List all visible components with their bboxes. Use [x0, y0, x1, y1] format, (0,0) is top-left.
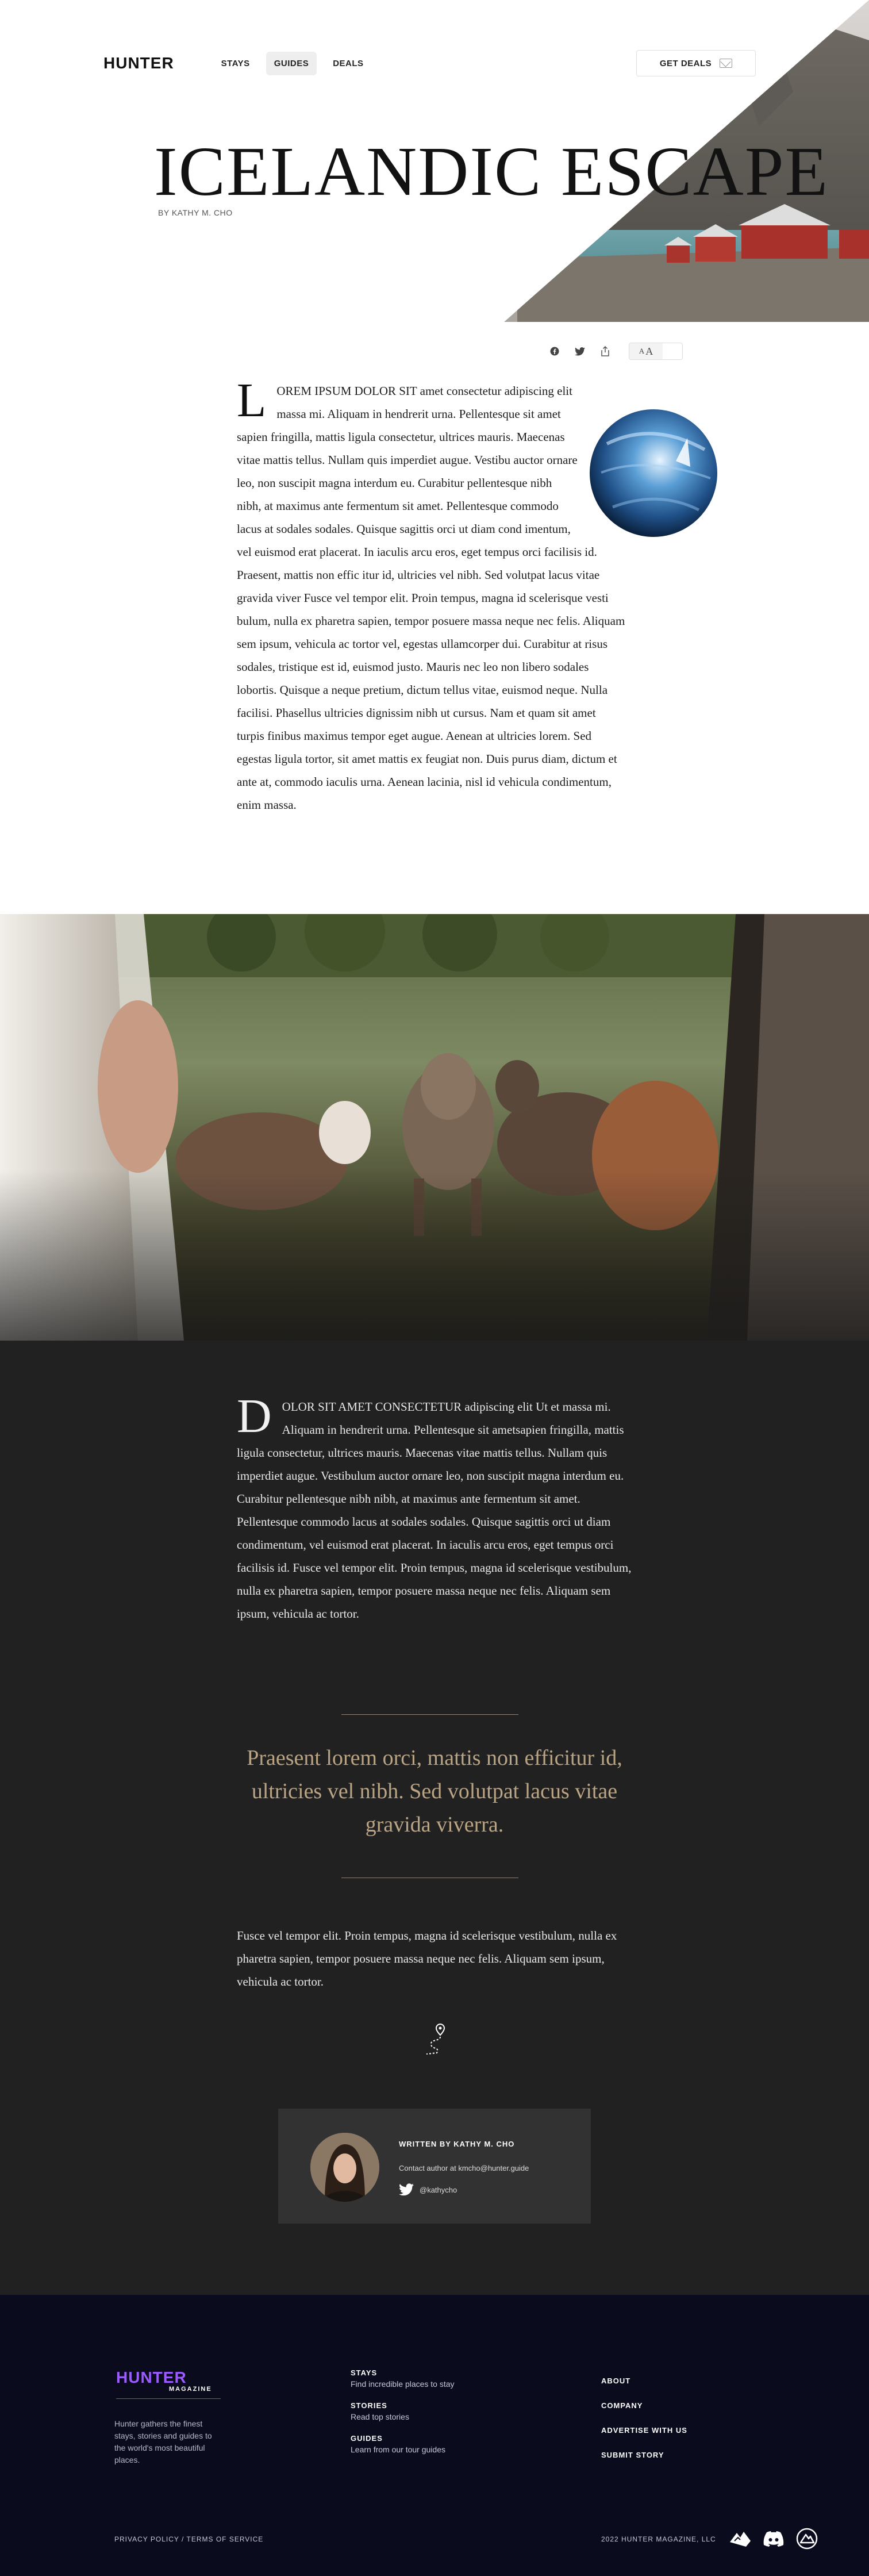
article-toolbar: AA — [546, 343, 683, 360]
top-navigation: HUNTER STAYS GUIDES DEALS GET DEALS — [103, 49, 756, 77]
divider — [341, 1714, 518, 1715]
footer-col-stays[interactable]: STAYS Find incredible places to stay — [351, 2368, 455, 2389]
byline: BY KATHY M. CHO — [158, 208, 233, 217]
ice-cave-image — [590, 409, 717, 537]
mountain-logo-icon[interactable] — [795, 2527, 818, 2550]
author-contact[interactable]: Contact author at kmcho@hunter.guide — [399, 2164, 529, 2172]
footer-link-submit-story[interactable]: SUBMIT STORY — [601, 2451, 687, 2459]
twitter-icon[interactable] — [571, 343, 589, 360]
get-deals-button[interactable]: GET DEALS — [636, 50, 756, 76]
article-body-1: L orem ipsum dolor sit amet consectetur … — [237, 374, 717, 816]
footer-col-heading: GUIDES — [351, 2434, 383, 2443]
moon-icon[interactable] — [663, 343, 682, 359]
author-card: WRITTEN BY KATHY M. CHO Contact author a… — [278, 2109, 591, 2224]
footer-col-heading: STAYS — [351, 2368, 378, 2377]
twitter-icon — [399, 2183, 414, 2196]
article-dark-section: D olor sit amet consectetur adipiscing e… — [0, 1341, 869, 2295]
drop-cap: L — [237, 374, 267, 427]
author-twitter-link[interactable]: @kathycho — [399, 2183, 457, 2196]
nav-item-guides[interactable]: GUIDES — [266, 51, 317, 75]
footer-col-heading: STORIES — [351, 2401, 387, 2410]
footer-col-desc: Read top stories — [351, 2412, 409, 2421]
footer-logo-sub: MAGAZINE — [169, 2386, 212, 2393]
article-body-3: Fusce vel tempor elit. Proin tempus, mag… — [237, 1929, 617, 1988]
footer-col-stories[interactable]: STORIES Read top stories — [351, 2401, 455, 2421]
page-title: ICELANDIC ESCAPE — [154, 133, 829, 210]
reader-settings-toggle: AA — [629, 343, 683, 360]
drop-cap: D — [237, 1389, 272, 1443]
font-size-button[interactable]: AA — [629, 343, 663, 359]
hero: HUNTER STAYS GUIDES DEALS GET DEALS ICEL… — [0, 0, 869, 322]
nav-item-deals[interactable]: DEALS — [325, 52, 371, 75]
footer-links: ABOUT COMPANY ADVERTISE WITH US SUBMIT S… — [601, 2377, 687, 2475]
avatar — [310, 2133, 379, 2202]
footer-description: Hunter gathers the finest stays, stories… — [114, 2419, 212, 2464]
cows-banner-image — [0, 914, 869, 1341]
nav-item-stays[interactable]: STAYS — [213, 52, 258, 75]
main-nav: STAYS GUIDES DEALS — [213, 51, 372, 75]
mail-icon — [720, 59, 733, 68]
discord-icon[interactable] — [762, 2527, 785, 2550]
paragraph-text: amet consectetur adipiscing elit massa m… — [237, 384, 625, 812]
footer-col-guides[interactable]: GUIDES Learn from our tour guides — [351, 2434, 455, 2454]
footer-legal-links[interactable]: PRIVACY POLICY / TERMS OF SERVICE — [114, 2535, 263, 2543]
author-name: WRITTEN BY KATHY M. CHO — [399, 2140, 515, 2148]
footer-link-about[interactable]: ABOUT — [601, 2377, 687, 2385]
footer: HUNTER MAGAZINE Hunter gathers the fines… — [0, 2295, 869, 2576]
footer-logo[interactable]: HUNTER MAGAZINE — [116, 2368, 221, 2399]
footer-col-desc: Learn from our tour guides — [351, 2445, 445, 2454]
footer-copyright: 2022 HUNTER MAGAZINE, LLC — [601, 2535, 716, 2543]
route-pin-icon — [426, 2023, 445, 2055]
footer-link-company[interactable]: COMPANY — [601, 2401, 687, 2410]
lead-in: olor sit amet consectetur — [282, 1400, 462, 1414]
paragraph-text: adipiscing elit Ut et massa mi. Aliquam … — [237, 1400, 632, 1621]
get-deals-label: GET DEALS — [659, 58, 712, 68]
footer-link-advertise[interactable]: ADVERTISE WITH US — [601, 2426, 687, 2435]
plane-icon[interactable] — [729, 2527, 752, 2550]
twitter-handle: @kathycho — [420, 2185, 457, 2194]
footer-col-desc: Find incredible places to stay — [351, 2379, 455, 2389]
pull-quote: Praesent lorem orci, mattis non efficitu… — [247, 1746, 622, 1837]
share-icon[interactable] — [597, 343, 614, 360]
article-body-2: D olor sit amet consectetur adipiscing e… — [237, 1389, 633, 1625]
facebook-icon[interactable] — [546, 343, 563, 360]
lead-in: orem ipsum dolor sit — [276, 384, 417, 398]
footer-logo-underline — [116, 2398, 221, 2399]
footer-social-icons — [729, 2527, 818, 2550]
footer-columns: STAYS Find incredible places to stay STO… — [351, 2368, 455, 2467]
footer-logo-name: HUNTER — [116, 2368, 187, 2386]
logo[interactable]: HUNTER — [103, 54, 174, 72]
